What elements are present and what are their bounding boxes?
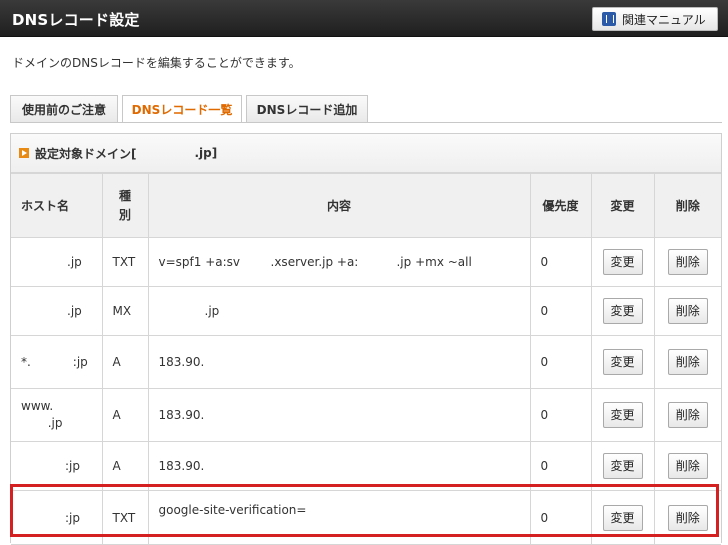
host-cell: :jp [11, 441, 103, 491]
related-manual-label: 関連マニュアル [622, 12, 706, 27]
type-cell: A [101, 441, 149, 491]
type-cell: MX [101, 286, 149, 336]
table-row: .jp TXT v=spf1 +a:sv .xserver.jp +a: .jp… [11, 237, 721, 287]
content-cell: 183.90. [147, 441, 531, 491]
target-domain-value: .jp] [194, 146, 218, 160]
tab-bar: 使用前のご注意 DNSレコード一覧 DNSレコード追加 [10, 95, 372, 123]
priority-cell: 0 [529, 335, 592, 389]
edit-cell: 変更 [590, 335, 655, 389]
host-cell: www. .jp [11, 388, 103, 442]
delete-cell: 削除 [653, 388, 721, 442]
table-row: *. :jp A 183.90. 0 変更 削除 [11, 335, 721, 389]
col-header-content: 内容 [147, 173, 531, 238]
delete-cell: 削除 [653, 335, 721, 389]
target-domain-bar: 設定対象ドメイン[ .jp] [11, 134, 721, 173]
delete-cell: 削除 [653, 441, 721, 491]
edit-cell: 変更 [590, 388, 655, 442]
dns-record-table: ホスト名 種別 内容 優先度 変更 削除 .jp TXT v=spf1 +a:s… [11, 173, 721, 545]
col-header-priority: 優先度 [529, 173, 592, 238]
delete-button[interactable]: 削除 [667, 504, 708, 531]
arrow-icon [19, 148, 29, 158]
priority-cell: 0 [529, 237, 592, 287]
delete-button[interactable]: 削除 [667, 298, 708, 324]
host-cell: .jp [11, 286, 103, 336]
priority-cell: 0 [529, 388, 592, 442]
edit-button[interactable]: 変更 [602, 298, 643, 324]
book-icon [602, 12, 616, 26]
col-header-edit: 変更 [590, 173, 655, 238]
content-cell: .jp [147, 286, 531, 336]
priority-cell: 0 [529, 286, 592, 336]
content-cell: 183.90. [147, 388, 531, 442]
tab-dns-record-list[interactable]: DNSレコード一覧 [122, 95, 242, 123]
tab-precautions[interactable]: 使用前のご注意 [10, 95, 118, 122]
content-cell: google-site-verification= [147, 490, 531, 545]
delete-cell: 削除 [653, 237, 721, 287]
delete-button[interactable]: 削除 [667, 453, 708, 479]
host-cell: .jp [11, 237, 103, 287]
edit-button[interactable]: 変更 [602, 453, 643, 479]
col-header-delete: 削除 [653, 173, 721, 238]
title-bar: DNSレコード設定 関連マニュアル [0, 0, 728, 37]
type-cell: A [101, 388, 149, 442]
target-domain-label: 設定対象ドメイン[ [35, 146, 137, 161]
edit-cell: 変更 [590, 441, 655, 491]
edit-cell: 変更 [590, 237, 655, 287]
priority-cell: 0 [529, 490, 592, 545]
tab-underline [10, 122, 722, 123]
content-cell: 183.90. [147, 335, 531, 389]
table-row: :jp A 183.90. 0 変更 削除 [11, 441, 721, 491]
table-row: www. .jp A 183.90. 0 変更 削除 [11, 388, 721, 442]
edit-button[interactable]: 変更 [602, 402, 643, 428]
host-cell: :jp [11, 490, 103, 545]
col-header-host: ホスト名 [11, 173, 103, 238]
type-cell: TXT [101, 237, 149, 287]
table-header-row: ホスト名 種別 内容 優先度 変更 削除 [11, 173, 721, 238]
delete-button[interactable]: 削除 [667, 349, 708, 375]
tab-dns-record-add[interactable]: DNSレコード追加 [246, 95, 368, 122]
edit-cell: 変更 [590, 286, 655, 336]
delete-cell: 削除 [653, 490, 721, 545]
page-title: DNSレコード設定 [12, 11, 140, 29]
content-cell: v=spf1 +a:sv .xserver.jp +a: .jp +mx ~al… [147, 237, 531, 287]
delete-cell: 削除 [653, 286, 721, 336]
dns-record-panel: 設定対象ドメイン[ .jp] ホスト名 種別 内容 優先度 変更 削除 .jp … [10, 133, 722, 545]
type-cell: TXT [101, 490, 149, 545]
table-row: :jp TXT google-site-verification= 0 変更 削… [11, 490, 721, 545]
edit-button[interactable]: 変更 [602, 349, 643, 375]
related-manual-button[interactable]: 関連マニュアル [592, 7, 718, 31]
edit-button[interactable]: 変更 [602, 249, 643, 275]
edit-cell: 変更 [590, 490, 655, 545]
delete-button[interactable]: 削除 [667, 402, 708, 428]
host-cell: *. :jp [11, 335, 103, 389]
table-row: .jp MX .jp 0 変更 削除 [11, 286, 721, 336]
delete-button[interactable]: 削除 [667, 249, 708, 275]
priority-cell: 0 [529, 441, 592, 491]
type-cell: A [101, 335, 149, 389]
col-header-type: 種別 [101, 173, 149, 238]
page-description: ドメインのDNSレコードを編集することができます。 [12, 56, 301, 70]
edit-button[interactable]: 変更 [602, 504, 643, 531]
